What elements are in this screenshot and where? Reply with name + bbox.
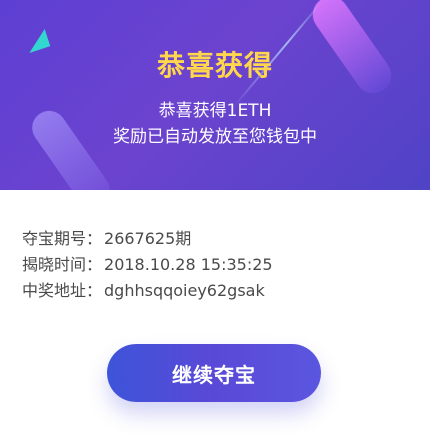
prize-subtitle: 恭喜获得1ETH 奖励已自动发放至您钱包中 xyxy=(0,98,430,150)
prize-subtitle-line-2: 奖励已自动发放至您钱包中 xyxy=(113,127,317,147)
detail-row-winning-address: 中奖地址： dghhsqqoiey62gsak xyxy=(22,278,412,304)
winning-address-label: 中奖地址： xyxy=(22,281,103,300)
detail-row-draw-number: 夺宝期号： 2667625期 xyxy=(22,226,412,252)
prize-header: 恭喜获得 恭喜获得1ETH 奖励已自动发放至您钱包中 xyxy=(0,0,430,190)
detail-row-announce-time: 揭晓时间： 2018.10.28 15:35:25 xyxy=(22,252,412,278)
announce-time-value: 2018.10.28 15:35:25 xyxy=(104,255,273,274)
draw-number-label: 夺宝期号： xyxy=(22,229,103,248)
winning-address-value: dghhsqqoiey62gsak xyxy=(104,281,265,300)
prize-result-screen: 恭喜获得 恭喜获得1ETH 奖励已自动发放至您钱包中 夺宝期号： 2667625… xyxy=(0,0,430,434)
prize-details: 夺宝期号： 2667625期 揭晓时间： 2018.10.28 15:35:25… xyxy=(22,226,412,304)
draw-number-value: 2667625期 xyxy=(104,229,192,248)
prize-title: 恭喜获得 xyxy=(156,49,273,82)
announce-time-label: 揭晓时间： xyxy=(22,255,103,274)
continue-treasure-button[interactable]: 继续夺宝 xyxy=(107,344,321,402)
prize-subtitle-line-1: 恭喜获得1ETH xyxy=(158,101,272,121)
